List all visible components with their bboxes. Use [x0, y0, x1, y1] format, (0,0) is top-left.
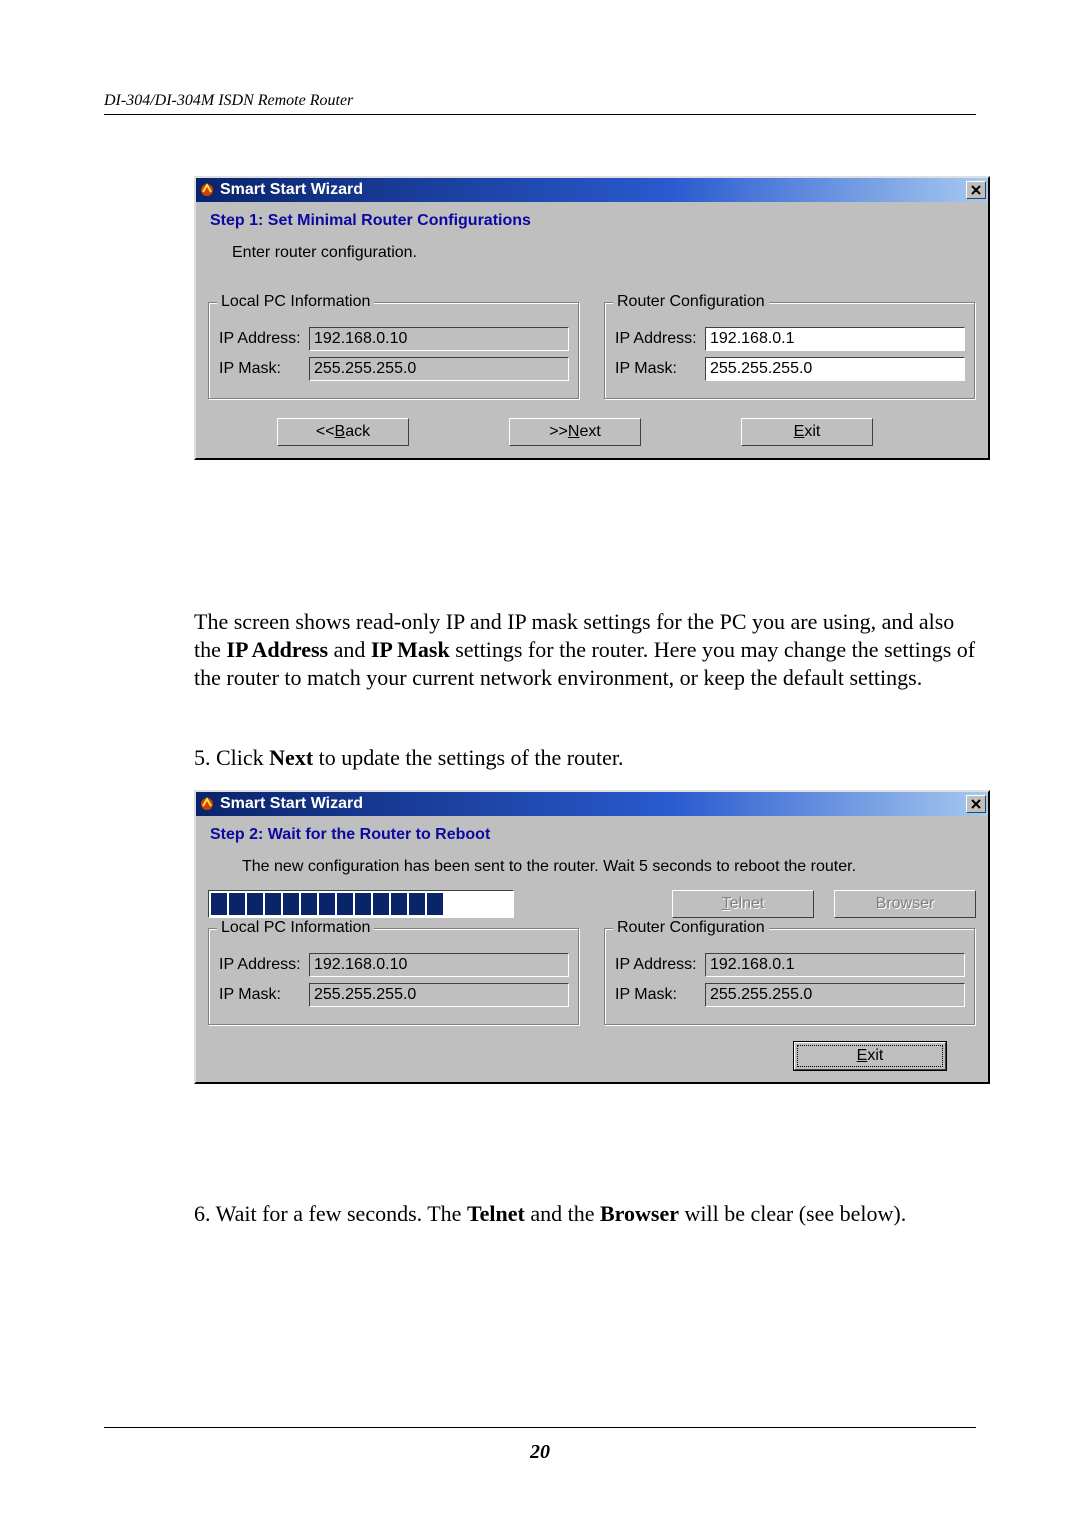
- titlebar: Smart Start Wizard: [196, 792, 988, 816]
- dialog-title: Smart Start Wizard: [220, 795, 966, 813]
- label-ip-address: IP Address:: [615, 330, 705, 348]
- group-legend: Local PC Information: [217, 293, 374, 311]
- progress-bar: [208, 890, 514, 918]
- field-row: IP Address: 192.168.0.1: [615, 953, 965, 977]
- local-ip-value: 192.168.0.10: [309, 953, 569, 977]
- field-row: IP Mask: 255.255.255.0: [615, 983, 965, 1007]
- label-ip-mask: IP Mask:: [615, 986, 705, 1004]
- progress-chunk: [337, 893, 353, 915]
- field-groups: Local PC Information IP Address: 192.168…: [208, 302, 976, 400]
- progress-chunk: [229, 893, 245, 915]
- progress-chunk: [373, 893, 389, 915]
- progress-chunk: [391, 893, 407, 915]
- status-text: The new configuration has been sent to t…: [242, 858, 966, 876]
- group-router-config: Router Configuration IP Address: 192.168…: [604, 302, 976, 400]
- field-row: IP Address: 192.168.0.10: [219, 327, 569, 351]
- button-label: <<Back: [316, 423, 370, 441]
- label-ip-address: IP Address:: [219, 956, 309, 974]
- wizard-icon: [199, 796, 215, 812]
- dialog-body: Step 1: Set Minimal Router Configuration…: [196, 202, 988, 458]
- local-mask-value: 255.255.255.0: [309, 357, 569, 381]
- progress-chunk: [247, 893, 263, 915]
- instruction-text: Enter router configuration.: [232, 244, 976, 262]
- progress-chunk: [355, 893, 371, 915]
- progress-chunk: [409, 893, 425, 915]
- button-label: Telnet: [722, 895, 765, 913]
- page-number: 20: [0, 1441, 1080, 1464]
- button-label: Exit: [794, 423, 821, 441]
- button-row: Exit: [208, 1042, 976, 1070]
- router-ip-value: 192.168.0.1: [705, 953, 965, 977]
- paragraph: The screen shows read-only IP and IP mas…: [194, 608, 976, 692]
- back-button[interactable]: <<Back: [277, 418, 409, 446]
- progress-chunk: [301, 893, 317, 915]
- step-heading: Step 2: Wait for the Router to Reboot: [210, 826, 976, 844]
- group-legend: Local PC Information: [217, 919, 374, 937]
- progress-chunk: [319, 893, 335, 915]
- next-button[interactable]: >>Next: [509, 418, 641, 446]
- wizard-dialog-step2: Smart Start Wizard Step 2: Wait for the …: [194, 790, 990, 1084]
- wizard-dialog-step1: Smart Start Wizard Step 1: Set Minimal R…: [194, 176, 990, 460]
- button-label: >>Next: [549, 423, 601, 441]
- close-button[interactable]: [966, 795, 986, 813]
- group-local-pc: Local PC Information IP Address: 192.168…: [208, 928, 580, 1026]
- button-label: Browser: [876, 895, 935, 913]
- page: DI-304/DI-304M ISDN Remote Router Smart …: [0, 0, 1080, 1528]
- local-mask-value: 255.255.255.0: [309, 983, 569, 1007]
- group-router-config: Router Configuration IP Address: 192.168…: [604, 928, 976, 1026]
- group-legend: Router Configuration: [613, 293, 769, 311]
- router-mask-input[interactable]: 255.255.255.0: [705, 357, 965, 381]
- progress-chunk: [211, 893, 227, 915]
- label-ip-mask: IP Mask:: [219, 986, 309, 1004]
- field-groups: Local PC Information IP Address: 192.168…: [208, 928, 976, 1026]
- progress-chunk: [265, 893, 281, 915]
- label-ip-mask: IP Mask:: [219, 360, 309, 378]
- field-row: IP Mask: 255.255.255.0: [615, 357, 965, 381]
- dialog-title: Smart Start Wizard: [220, 181, 966, 199]
- list-item-5: 5. Click Next to update the settings of …: [194, 744, 976, 772]
- browser-button: Browser: [834, 890, 976, 918]
- list-item-6: 6. Wait for a few seconds. The Telnet an…: [194, 1200, 976, 1228]
- local-ip-value: 192.168.0.10: [309, 327, 569, 351]
- router-mask-value: 255.255.255.0: [705, 983, 965, 1007]
- button-row: <<Back >>Next Exit: [208, 418, 976, 446]
- label-ip-address: IP Address:: [219, 330, 309, 348]
- step-heading: Step 1: Set Minimal Router Configuration…: [210, 212, 976, 230]
- router-ip-input[interactable]: 192.168.0.1: [705, 327, 965, 351]
- field-row: IP Mask: 255.255.255.0: [219, 983, 569, 1007]
- button-label: Exit: [857, 1047, 884, 1065]
- exit-button[interactable]: Exit: [741, 418, 873, 446]
- exit-button[interactable]: Exit: [794, 1042, 946, 1070]
- wizard-icon: [199, 182, 215, 198]
- label-ip-mask: IP Mask:: [615, 360, 705, 378]
- titlebar: Smart Start Wizard: [196, 178, 988, 202]
- label-ip-address: IP Address:: [615, 956, 705, 974]
- progress-chunk: [283, 893, 299, 915]
- dialog-body: Step 2: Wait for the Router to Reboot Th…: [196, 816, 988, 1082]
- progress-chunk: [427, 893, 443, 915]
- group-legend: Router Configuration: [613, 919, 769, 937]
- field-row: IP Address: 192.168.0.10: [219, 953, 569, 977]
- footer-rule: [104, 1427, 976, 1428]
- field-row: IP Address: 192.168.0.1: [615, 327, 965, 351]
- field-row: IP Mask: 255.255.255.0: [219, 357, 569, 381]
- group-local-pc: Local PC Information IP Address: 192.168…: [208, 302, 580, 400]
- running-header: DI-304/DI-304M ISDN Remote Router: [104, 92, 976, 115]
- telnet-button: Telnet: [672, 890, 814, 918]
- progress-row: Telnet Browser: [208, 890, 976, 918]
- close-button[interactable]: [966, 181, 986, 199]
